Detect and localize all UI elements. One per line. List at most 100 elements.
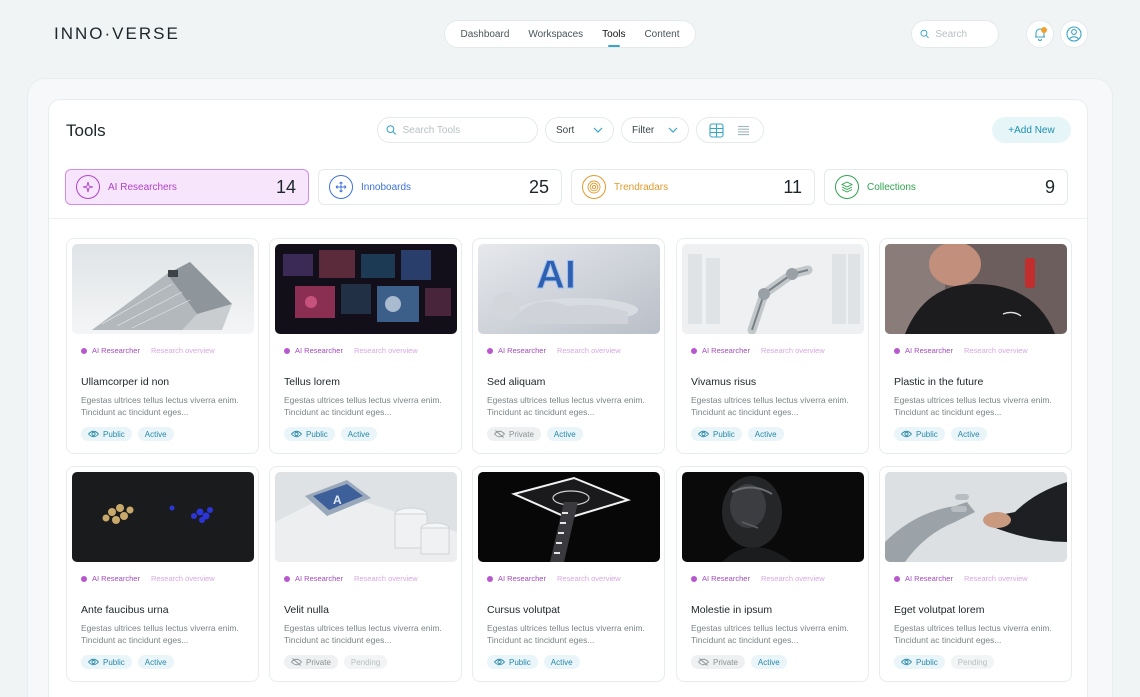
visibility-label: Private: [306, 657, 331, 667]
eye-icon: [901, 658, 912, 666]
tool-description: Egestas ultrices tellus lectus viverra e…: [691, 395, 849, 417]
list-view-button[interactable]: [732, 120, 756, 140]
type-dot: [894, 575, 900, 582]
brand-logo[interactable]: INNO·VERSE: [54, 24, 180, 44]
tool-title: Eget volutpat lorem: [894, 604, 985, 616]
tool-card[interactable]: AI Researcher Research overview Tellus lor…: [269, 238, 462, 454]
eye-off-icon: [698, 658, 709, 666]
tool-title: Plastic in the future: [894, 376, 984, 388]
tool-description: Egestas ultrices tellus lectus viverra e…: [894, 623, 1052, 645]
tools-search-input[interactable]: [402, 124, 529, 136]
grid-view-button[interactable]: [705, 120, 729, 140]
stat-row: AI Researchers 14 Innoboards 25 Trendradars 1…: [65, 169, 1071, 205]
type-dot: [894, 347, 900, 354]
tool-subtype: Research overview: [963, 574, 1028, 583]
stat-card-innoboards[interactable]: Innoboards 25: [318, 169, 562, 205]
status-badge: Active: [543, 655, 580, 669]
tool-card[interactable]: AI Researcher Research overview Cursus vol…: [472, 466, 665, 682]
visibility-label: Private: [509, 429, 534, 439]
tool-description: Egestas ultrices tellus lectus viverra e…: [487, 395, 645, 417]
tool-description: Egestas ultrices tellus lectus viverra e…: [81, 623, 239, 645]
status-badge: Active: [750, 655, 787, 669]
tool-card[interactable]: AI AI Researcher Research overview Sed aliq…: [472, 238, 665, 454]
tool-tags: Public Pending: [894, 655, 995, 669]
tool-description: Egestas ultrices tellus lectus viverra e…: [894, 395, 1052, 417]
sparkle-icon: [76, 175, 100, 199]
tool-description: Egestas ultrices tellus lectus viverra e…: [691, 623, 849, 645]
tool-card[interactable]: AI Researcher Research overview Eget volut…: [879, 466, 1072, 682]
tool-title: Cursus volutpat: [487, 604, 560, 616]
eye-icon: [88, 430, 99, 438]
nav-item-dashboard[interactable]: Dashboard: [458, 23, 511, 46]
tool-title: Ullamcorper id non: [81, 376, 170, 388]
nav-item-workspaces[interactable]: Workspaces: [526, 23, 585, 46]
tool-description: Egestas ultrices tellus lectus viverra e…: [81, 395, 239, 417]
stat-card-collections[interactable]: Collections 9: [824, 169, 1068, 205]
layers-icon: [835, 175, 859, 199]
eye-off-icon: [494, 430, 505, 438]
nav-item-tools[interactable]: Tools: [600, 23, 627, 46]
tool-title: Ante faucibus urna: [81, 604, 169, 616]
status-badge: Pending: [950, 655, 995, 669]
status-badge: Active: [546, 427, 583, 441]
tool-type: AI Researcher: [92, 346, 140, 355]
tool-card[interactable]: A AI Researcher Research overview Velit nul…: [269, 466, 462, 682]
add-new-button[interactable]: +Add New: [992, 117, 1071, 143]
visibility-badge: Private: [284, 655, 338, 669]
tool-meta: AI Researcher Research overview: [81, 574, 215, 583]
svg-text:AI: AI: [536, 253, 576, 297]
sort-dropdown[interactable]: Sort: [545, 117, 614, 143]
tool-title: Vivamus risus: [691, 376, 757, 388]
header-search-input[interactable]: [935, 28, 990, 40]
sort-label: Sort: [556, 124, 575, 136]
tool-card[interactable]: AI Researcher Research overview Vivamus ri…: [676, 238, 869, 454]
svg-text:A: A: [333, 493, 342, 507]
tool-title: Molestie in ipsum: [691, 604, 773, 616]
search-icon: [920, 29, 929, 39]
tool-tags: Private Active: [691, 655, 787, 669]
tool-title: Velit nulla: [284, 604, 329, 616]
tool-subtype: Research overview: [150, 574, 215, 583]
nav-item-content[interactable]: Content: [642, 23, 681, 46]
tool-meta: AI Researcher Research overview: [691, 574, 825, 583]
eye-icon: [494, 658, 505, 666]
tool-thumbnail: [682, 472, 864, 562]
tool-card[interactable]: AI Researcher Research overview Molestie i…: [676, 466, 869, 682]
header-search: [911, 20, 999, 48]
tool-meta: AI Researcher Research overview: [691, 346, 825, 355]
list-view-icon: [738, 125, 749, 135]
visibility-badge: Public: [894, 655, 945, 669]
tools-panel: Tools Sort Filter +Add New AI Researcher…: [48, 99, 1088, 697]
tool-type: AI Researcher: [702, 346, 750, 355]
tool-tags: Private Active: [487, 427, 583, 441]
tool-type: AI Researcher: [295, 346, 343, 355]
notifications-button[interactable]: [1026, 20, 1054, 48]
tool-card[interactable]: AI Researcher Research overview Plastic in…: [879, 238, 1072, 454]
visibility-badge: Public: [284, 427, 335, 441]
grid-view-icon: [709, 122, 724, 138]
user-menu-button[interactable]: [1060, 20, 1088, 48]
tool-card[interactable]: AI Researcher Research overview Ullamcorpe…: [66, 238, 259, 454]
type-dot: [284, 575, 290, 582]
tool-type: AI Researcher: [905, 574, 953, 583]
stat-count: 9: [1044, 176, 1055, 197]
tool-type: AI Researcher: [92, 574, 140, 583]
stat-card-trendradars[interactable]: Trendradars 11: [571, 169, 815, 205]
tool-tags: Public Active: [691, 427, 784, 441]
tool-meta: AI Researcher Research overview: [81, 346, 215, 355]
type-dot: [691, 347, 697, 354]
page-title: Tools: [66, 121, 106, 140]
move-arrows-icon: [329, 175, 353, 199]
tool-card[interactable]: AI Researcher Research overview Ante fauci…: [66, 466, 259, 682]
visibility-badge: Private: [487, 427, 541, 441]
visibility-label: Private: [713, 657, 738, 667]
tool-meta: AI Researcher Research overview: [284, 346, 418, 355]
tool-tags: Public Active: [284, 427, 377, 441]
stat-card-ai-researchers[interactable]: AI Researchers 14: [65, 169, 309, 205]
tool-tags: Public Active: [487, 655, 580, 669]
status-badge: Active: [137, 427, 174, 441]
stat-label: Trendradars: [614, 181, 669, 193]
tool-meta: AI Researcher Research overview: [487, 574, 621, 583]
filter-dropdown[interactable]: Filter: [621, 117, 689, 143]
status-badge: Active: [137, 655, 174, 669]
